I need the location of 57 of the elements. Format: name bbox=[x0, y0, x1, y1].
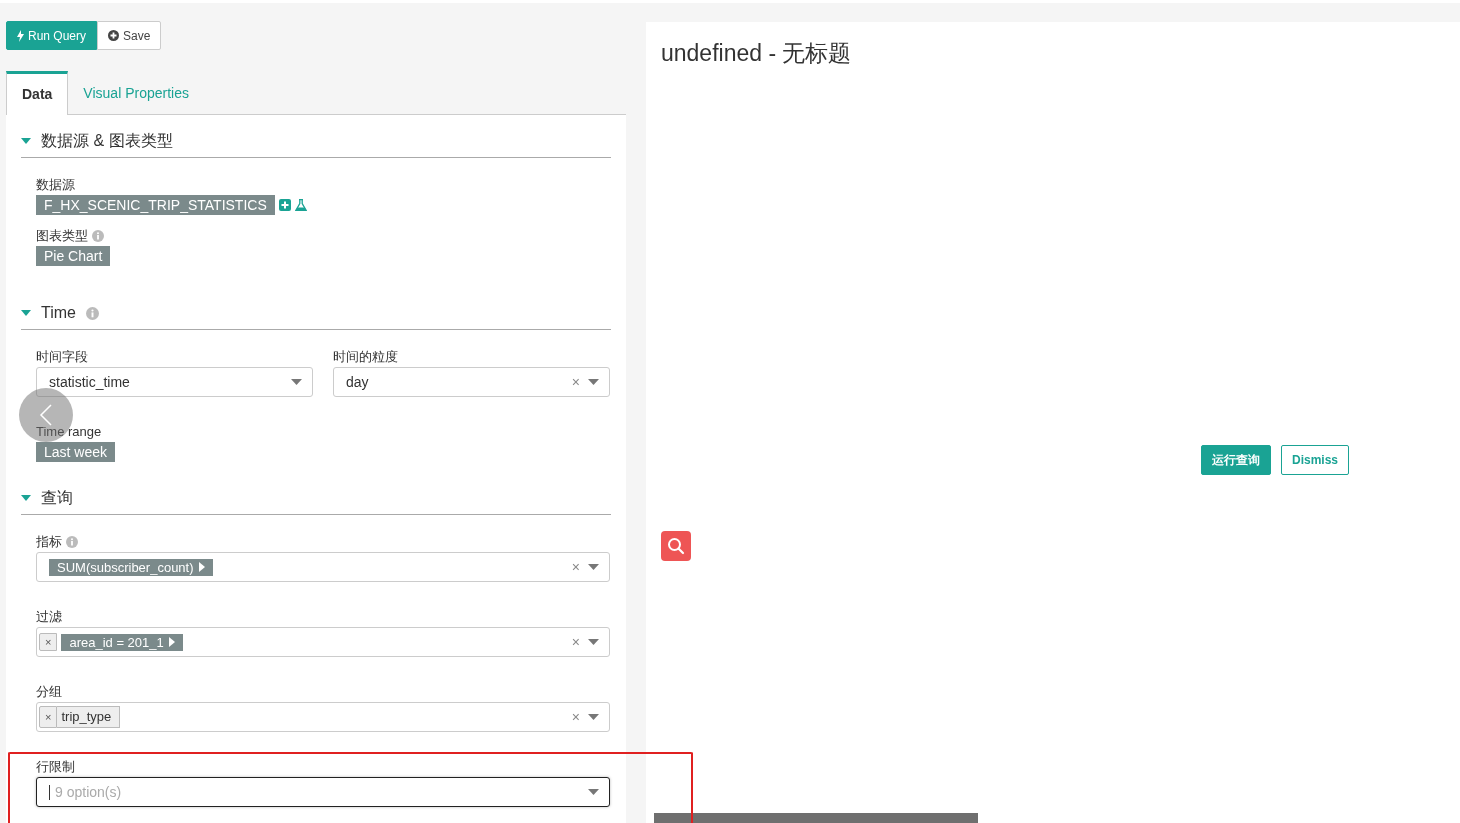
dropdown-caret-icon bbox=[291, 379, 302, 385]
section-title: Time bbox=[41, 304, 76, 322]
dropdown-caret-icon bbox=[588, 789, 599, 795]
field-label: 时间字段 bbox=[36, 347, 88, 366]
field-label: 行限制 bbox=[36, 757, 75, 776]
placeholder-text: 9 option(s) bbox=[55, 784, 122, 800]
section-title: 查询 bbox=[41, 487, 73, 508]
field-label: 图表类型 bbox=[36, 226, 88, 245]
select-field[interactable]: SUM(subscriber_count) × bbox=[36, 552, 610, 582]
dropdown-caret-icon bbox=[588, 379, 599, 385]
field-label: 过滤 bbox=[36, 607, 62, 626]
selected-value-tag[interactable]: area_id = 201_1 bbox=[61, 633, 183, 651]
flask-icon bbox=[294, 199, 307, 211]
section-title: 数据源 & 图表类型 bbox=[41, 130, 173, 151]
expand-toggle-icon[interactable] bbox=[21, 310, 31, 316]
select-field[interactable]: day × bbox=[333, 367, 610, 397]
select-field[interactable]: statistic_time bbox=[36, 367, 313, 397]
plus-circle-icon bbox=[108, 30, 120, 41]
value-tag[interactable]: Pie Chart bbox=[36, 246, 111, 266]
clear-button[interactable]: × bbox=[571, 634, 580, 650]
select-value: statistic_time bbox=[49, 374, 130, 390]
tab[interactable]: Data bbox=[6, 71, 69, 115]
select-field[interactable]: × trip_type × bbox=[36, 702, 610, 732]
selected-value-tag[interactable]: SUM(subscriber_count) bbox=[49, 558, 213, 576]
expand-toggle-icon[interactable] bbox=[21, 495, 31, 501]
search-button[interactable] bbox=[661, 531, 691, 561]
field-label: 数据源 bbox=[36, 175, 75, 194]
value-tag[interactable]: Last week bbox=[36, 442, 116, 462]
tab[interactable]: Visual Properties bbox=[68, 71, 204, 114]
chevron-left-icon bbox=[39, 403, 53, 427]
remove-button[interactable]: × bbox=[39, 633, 58, 651]
dropdown-caret-icon bbox=[588, 564, 599, 570]
remove-button[interactable]: × bbox=[39, 706, 58, 728]
field-label: 分组 bbox=[36, 682, 62, 701]
dropdown-caret-icon bbox=[588, 639, 599, 645]
select-field[interactable]: 9 option(s) bbox=[36, 777, 610, 807]
select-field[interactable]: × area_id = 201_1 × bbox=[36, 627, 610, 657]
lightning-icon bbox=[17, 29, 24, 42]
field-label: Time range bbox=[36, 424, 102, 439]
dismiss-button[interactable]: Dismiss bbox=[1281, 445, 1350, 475]
selected-value-tag[interactable]: trip_type bbox=[57, 706, 121, 728]
search-icon bbox=[667, 537, 685, 555]
select-value: day bbox=[346, 374, 369, 390]
field-label: 时间的粒度 bbox=[333, 347, 398, 366]
clear-button[interactable]: × bbox=[571, 559, 580, 575]
save-button[interactable]: Save bbox=[97, 21, 162, 50]
clear-button[interactable]: × bbox=[571, 709, 580, 725]
datasource-tag[interactable]: F_HX_SCENIC_TRIP_STATISTICS bbox=[36, 195, 275, 215]
chart-title: undefined - 无标题 bbox=[661, 39, 853, 68]
dropdown-caret-icon bbox=[588, 714, 599, 720]
run-query-button[interactable]: Run Query bbox=[6, 21, 98, 50]
clear-button[interactable]: × bbox=[571, 374, 580, 390]
plus-square-icon bbox=[278, 199, 291, 211]
run-query-button[interactable]: 运行查询 bbox=[1201, 445, 1271, 475]
field-label: 指标 bbox=[36, 532, 62, 551]
text-cursor bbox=[49, 784, 50, 800]
expand-toggle-icon[interactable] bbox=[21, 138, 31, 144]
